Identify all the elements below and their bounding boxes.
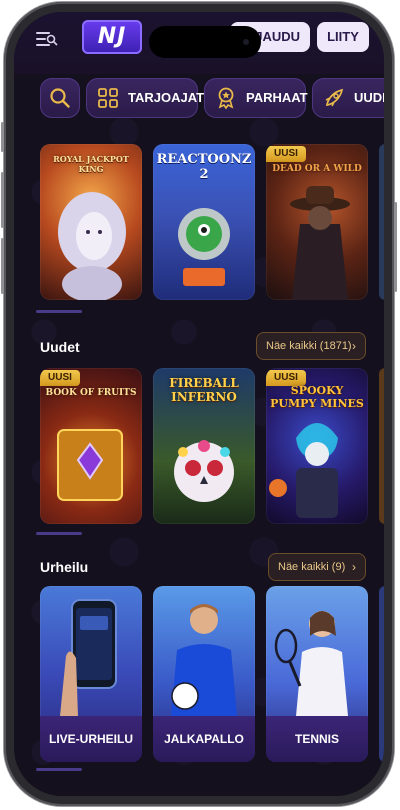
next-tile-peek xyxy=(379,368,384,524)
phone-in-hand-illustration xyxy=(60,599,117,716)
phone-volume-down xyxy=(1,238,4,294)
sport-label: TENNIS xyxy=(266,716,368,762)
section-title-new: Uudet xyxy=(40,339,80,355)
football-player-illustration xyxy=(171,604,237,716)
tab-label: PARHAAT xyxy=(246,90,308,105)
chevron-right-icon: › xyxy=(352,339,356,353)
sport-label: JALKAPALLO xyxy=(153,716,255,762)
sport-tile[interactable]: LIVE-URHEILU xyxy=(40,586,142,762)
rocket-icon xyxy=(325,88,344,107)
tennis-player-illustration xyxy=(274,611,348,716)
next-tile-peek xyxy=(379,586,384,762)
skeleton-illustration xyxy=(269,423,338,518)
see-all-label: Näe kaikki (1871) xyxy=(266,340,352,352)
dynamic-island xyxy=(149,26,261,58)
cowboy-illustration xyxy=(290,186,350,300)
chevron-right-icon: › xyxy=(352,560,356,574)
game-tile[interactable]: UUSI BOOK OF FRUITS xyxy=(40,368,142,524)
tab-label: TARJOAJAT xyxy=(128,90,205,105)
see-all-new-button[interactable]: Näe kaikki (1871) › xyxy=(256,332,366,360)
lion-illustration xyxy=(58,192,126,300)
section-title-sports: Urheilu xyxy=(40,559,89,575)
game-tile[interactable]: FIREBALL INFERNO xyxy=(153,368,255,524)
award-icon xyxy=(218,87,234,109)
tab-label: UUDET xyxy=(354,90,384,105)
join-button[interactable]: LIITY xyxy=(317,22,369,52)
next-tile-peek xyxy=(379,144,384,300)
phone-power-button xyxy=(394,202,397,292)
category-tabs: TARJOAJAT PARHAAT UUDET xyxy=(36,78,384,118)
menu-search-icon[interactable] xyxy=(36,30,58,48)
see-all-label: Näe kaikki (9) xyxy=(278,561,346,573)
row-scroll-indicator xyxy=(36,768,82,771)
grid-icon xyxy=(98,88,118,108)
book-illustration xyxy=(57,429,123,501)
app-screen: NJ KIRJAUDU LIITY TARJOAJAT PARHAAT UUD … xyxy=(14,12,384,796)
game-tile[interactable]: ROYAL JACKPOT KING xyxy=(40,144,142,300)
alien-illustration xyxy=(178,208,230,286)
phone-volume-up xyxy=(1,172,4,228)
tab-uudet[interactable]: UUDET xyxy=(312,78,384,118)
game-tile[interactable]: REACTOONZ 2 xyxy=(153,144,255,300)
game-tile[interactable]: UUSI DEAD OR A WILD xyxy=(266,144,368,300)
camera-icon xyxy=(243,39,249,45)
sports-row: LIVE-URHEILU JALKAPALLO TENNIS xyxy=(40,586,384,762)
tab-search[interactable] xyxy=(40,78,80,118)
featured-games-row: ROYAL JACKPOT KING REACTOONZ 2 UUSI DEAD… xyxy=(40,144,384,300)
game-tile[interactable]: UUSI SPOOKY PUMPY MINES xyxy=(266,368,368,524)
search-icon xyxy=(50,88,70,108)
see-all-sports-button[interactable]: Näe kaikki (9) › xyxy=(268,553,366,581)
phone-side-button xyxy=(1,122,4,152)
sport-tile[interactable]: JALKAPALLO xyxy=(153,586,255,762)
row-scroll-indicator xyxy=(36,532,82,535)
tab-parhaat[interactable]: PARHAAT xyxy=(204,78,308,118)
new-games-row: UUSI BOOK OF FRUITS FIREBALL INFERNO UUS… xyxy=(40,368,384,524)
skull-illustration xyxy=(174,440,234,502)
tab-tarjoajat[interactable]: TARJOAJAT xyxy=(86,78,204,118)
brand-logo[interactable]: NJ xyxy=(82,20,142,54)
phone-frame: NJ KIRJAUDU LIITY TARJOAJAT PARHAAT UUD … xyxy=(1,2,397,806)
row-scroll-indicator xyxy=(36,310,82,313)
sport-tile[interactable]: TENNIS xyxy=(266,586,368,762)
sport-label: LIVE-URHEILU xyxy=(40,716,142,762)
